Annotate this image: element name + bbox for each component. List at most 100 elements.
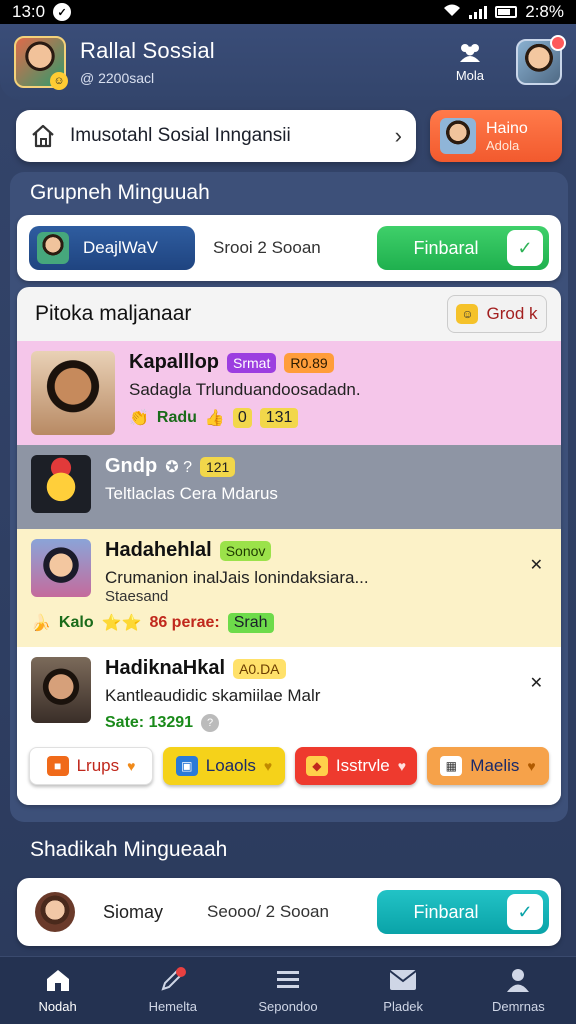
nav-label: Nodah — [38, 999, 77, 1014]
user-icon — [504, 967, 532, 993]
post-text: Sadagla Trlunduandoosadadn. — [129, 380, 361, 399]
post-tag-score: R0.89 — [284, 352, 334, 373]
nav-label: Sepondoo — [258, 999, 318, 1014]
post-item[interactable]: Hadahehlal Sonov Crumanion inalJais loni… — [17, 529, 561, 647]
status-time: 13:0 — [12, 2, 46, 21]
post-avatar — [31, 657, 91, 723]
post-avatar — [31, 539, 91, 597]
chip-label: Maelis — [470, 756, 520, 775]
groups-section-title: Grupneh Minguuah — [30, 181, 210, 204]
post-item-with-chips: HadiknaHkal A0.DA Kantleaudidic skamiila… — [17, 647, 561, 805]
grod-label: Grod k — [486, 304, 538, 323]
nav-label: Demrnas — [491, 999, 545, 1014]
second-subtitle: Seooo/ 2 Sooan — [207, 902, 329, 921]
grod-button[interactable]: ☺ Grod k — [447, 295, 547, 333]
info-icon: ? — [201, 714, 220, 732]
post-text: Teltlaclas Cera Mdarus — [105, 484, 278, 503]
user-handle: @ 2200sacl — [80, 70, 155, 86]
close-icon[interactable]: ✕ — [530, 555, 543, 575]
close-icon[interactable]: ✕ — [530, 673, 543, 693]
chat-icon: ☺ — [456, 304, 479, 324]
second-section-title: Shadikah Mingueaah — [30, 838, 228, 861]
post-tag: Sonov — [219, 540, 272, 561]
nav-list[interactable]: Sepondoo — [238, 967, 338, 1014]
hello-line1: Haino — [486, 119, 528, 137]
post-text: Kantleaudidic skamiilae Malr — [105, 686, 321, 705]
app-avatar[interactable]: ☺ — [14, 36, 68, 90]
chip-media[interactable]: ▦ Maelis ♥ — [427, 747, 549, 785]
home-icon — [30, 124, 56, 148]
post-item[interactable]: Kapalllop Srmat R0.89 Sadagla Trlunduand… — [17, 341, 561, 445]
post-subtext: Staesand — [105, 588, 169, 605]
group-avatar — [37, 232, 69, 264]
finbaral-label: Finbaral — [413, 237, 479, 258]
post-tag: A0.DA — [233, 658, 286, 679]
battery-text: 2:8% — [525, 2, 564, 21]
chip-tools[interactable]: ▣ Loaols ♥ — [163, 747, 285, 785]
nav-label: Pladek — [383, 999, 424, 1014]
group-pill-button[interactable]: DeajlWaV — [29, 226, 195, 270]
post-meta-2: 0 — [232, 408, 252, 428]
post-date: Sate: 13291 — [105, 714, 194, 731]
second-avatar — [35, 892, 75, 932]
chip-label: Lrups — [76, 756, 120, 775]
nav-label: Hemelta — [148, 999, 197, 1014]
gift-icon: ■ — [46, 756, 69, 776]
heart-icon: ♥ — [397, 758, 407, 774]
post-meta-1: Kalo — [58, 614, 94, 631]
nav-messages[interactable]: Pladek — [353, 967, 453, 1014]
wifi-icon — [443, 2, 461, 22]
post-avatar — [31, 455, 91, 513]
heart-icon: ♥ — [127, 758, 136, 774]
box-icon: ▣ — [175, 756, 198, 776]
heart-icon: ♥ — [527, 758, 536, 774]
smile-emoji-icon: ☺ — [50, 72, 68, 90]
hello-avatar — [440, 118, 476, 154]
post-tag: Srmat — [227, 352, 277, 373]
second-group-card: Siomay Seooo/ 2 Sooan Finbaral ✓ — [17, 878, 561, 946]
group-pill-label: DeajlWaV — [83, 238, 158, 257]
post-author: Kapalllop — [129, 351, 220, 373]
post-item[interactable]: Gndp ✪ ? 121 Teltlaclas Cera Mdarus — [17, 445, 561, 529]
chip-label: Loaols — [205, 756, 256, 775]
mail-icon — [389, 967, 417, 993]
nav-home[interactable]: Nodah — [8, 967, 108, 1014]
post-meta-3: 131 — [259, 408, 299, 428]
post-meta-2: 86 perae: — [149, 614, 220, 631]
feed-title: Pitoka maljanaar — [35, 302, 192, 325]
hello-card[interactable]: Haino Adola — [430, 110, 562, 162]
list-icon — [274, 967, 302, 993]
signal-icon — [469, 5, 488, 19]
menu-button[interactable]: Mola — [456, 42, 484, 83]
nav-edit[interactable]: Hemelta — [123, 967, 223, 1014]
package-icon: ◆ — [305, 756, 328, 776]
finbaral-label: Finbaral — [413, 901, 479, 922]
second-name: Siomay — [103, 901, 164, 922]
nav-profile[interactable]: Demrnas — [468, 967, 568, 1014]
finbaral-button-2[interactable]: Finbaral ✓ — [377, 890, 549, 934]
search-bar[interactable]: Imusotahl Sosial Inngansii › — [16, 110, 416, 162]
heart-icon: ♥ — [263, 758, 273, 774]
verified-icon: ✪ ? — [165, 458, 192, 476]
chip-lifestyle[interactable]: ◆ Isstrvle ♥ — [295, 747, 417, 785]
menu-label: Mola — [455, 67, 484, 83]
post-meta-3: Srah — [227, 613, 274, 633]
group-card: DeajlWaV Srooi 2 Sooan Finbaral ✓ — [17, 215, 561, 281]
check-icon: ✓ — [507, 230, 543, 266]
group-subtitle: Srooi 2 Sooan — [213, 238, 321, 257]
status-bar: 13:0 ✓ 2:8% — [0, 0, 576, 24]
notification-badge — [550, 35, 566, 51]
hello-line2: Adola — [486, 137, 520, 153]
post-author: HadiknaHkal — [105, 657, 226, 679]
post-item[interactable]: HadiknaHkal A0.DA Kantleaudidic skamiila… — [17, 647, 561, 747]
post-author: Hadahehlal — [105, 539, 212, 561]
check-icon: ✓ — [507, 894, 543, 930]
clap-icon: 👏 — [129, 410, 149, 427]
finbaral-button[interactable]: Finbaral ✓ — [377, 226, 549, 270]
star-icon: ⭐⭐ — [101, 615, 142, 632]
chip-groups[interactable]: ■ Lrups ♥ — [29, 747, 153, 785]
profile-avatar[interactable] — [516, 35, 566, 85]
edit-icon — [159, 967, 187, 993]
search-text: Imusotahl Sosial Inngansii — [70, 125, 291, 146]
post-text: Crumanion inalJais lonindaksiara... — [105, 568, 369, 587]
